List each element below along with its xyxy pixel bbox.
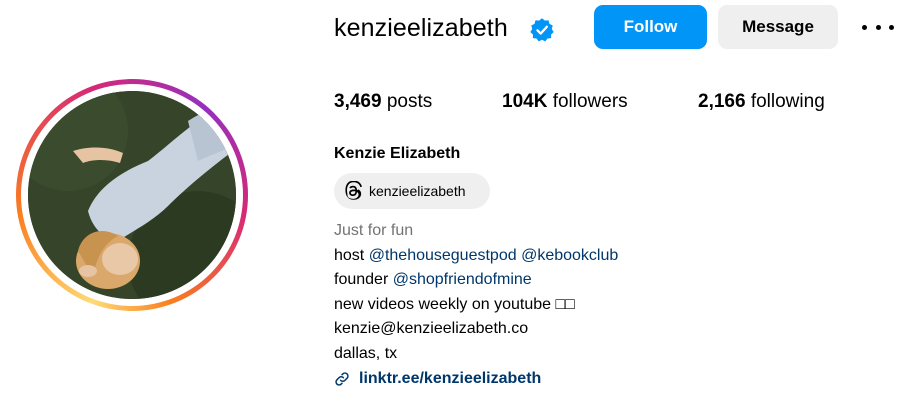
following-link[interactable]: 2,166 following bbox=[698, 89, 825, 115]
followers-count: 104K bbox=[502, 91, 548, 112]
bio-category: Just for fun bbox=[334, 222, 414, 239]
bio-founder-prefix: founder bbox=[334, 271, 389, 288]
following-count: 2,166 bbox=[698, 91, 746, 112]
bio-host-prefix: host bbox=[334, 246, 365, 264]
bio-host-line: host @thehouseguestpod @kebookclub bbox=[334, 244, 618, 269]
posts-count-stat: 3,469 posts bbox=[334, 89, 432, 115]
bio-founder-line: founder @shopfriendofmine bbox=[334, 268, 618, 293]
threads-handle: kenzieelizabeth bbox=[369, 183, 466, 199]
profile-username: kenzieelizabeth bbox=[334, 14, 508, 42]
follow-button[interactable]: Follow bbox=[594, 5, 707, 49]
mention-link-shopfriendofmine[interactable]: @shopfriendofmine bbox=[393, 271, 532, 288]
profile-avatar-photo bbox=[28, 91, 236, 299]
followers-link[interactable]: 104K followers bbox=[502, 89, 628, 115]
profile-avatar-story-ring[interactable] bbox=[16, 79, 248, 311]
profile-bio: Just for fun host @thehouseguestpod @keb… bbox=[334, 219, 618, 392]
message-button[interactable]: Message bbox=[718, 5, 838, 49]
posts-count: 3,469 bbox=[334, 91, 382, 112]
posts-label: posts bbox=[386, 91, 433, 112]
link-icon bbox=[335, 372, 349, 386]
followers-label: followers bbox=[552, 91, 628, 112]
bio-link-text: linktr.ee/kenzieelizabeth bbox=[359, 369, 542, 387]
mention-link-thehouseguestpod[interactable]: @thehouseguestpod bbox=[369, 247, 517, 264]
threads-profile-link[interactable]: kenzieelizabeth bbox=[334, 173, 490, 209]
profile-avatar[interactable] bbox=[28, 91, 236, 299]
bio-email-line: kenzie@kenzieelizabeth.co bbox=[334, 320, 529, 337]
more-dot bbox=[875, 24, 881, 30]
avatar-gap bbox=[21, 84, 243, 306]
more-options-icon[interactable] bbox=[862, 16, 894, 38]
bio-location-line: dallas, tx bbox=[334, 344, 398, 362]
verified-badge-icon bbox=[530, 18, 554, 42]
more-dot bbox=[862, 24, 867, 30]
following-label: following bbox=[750, 91, 825, 112]
more-dot bbox=[889, 24, 894, 30]
bio-videos-line: new videos weekly on youtube □□ bbox=[334, 295, 575, 313]
threads-icon bbox=[345, 181, 362, 200]
mention-link-kebookclub[interactable]: @kebookclub bbox=[521, 247, 618, 264]
profile-full-name: Kenzie Elizabeth bbox=[334, 145, 461, 162]
bio-external-link[interactable]: linktr.ee/kenzieelizabeth bbox=[334, 366, 618, 392]
